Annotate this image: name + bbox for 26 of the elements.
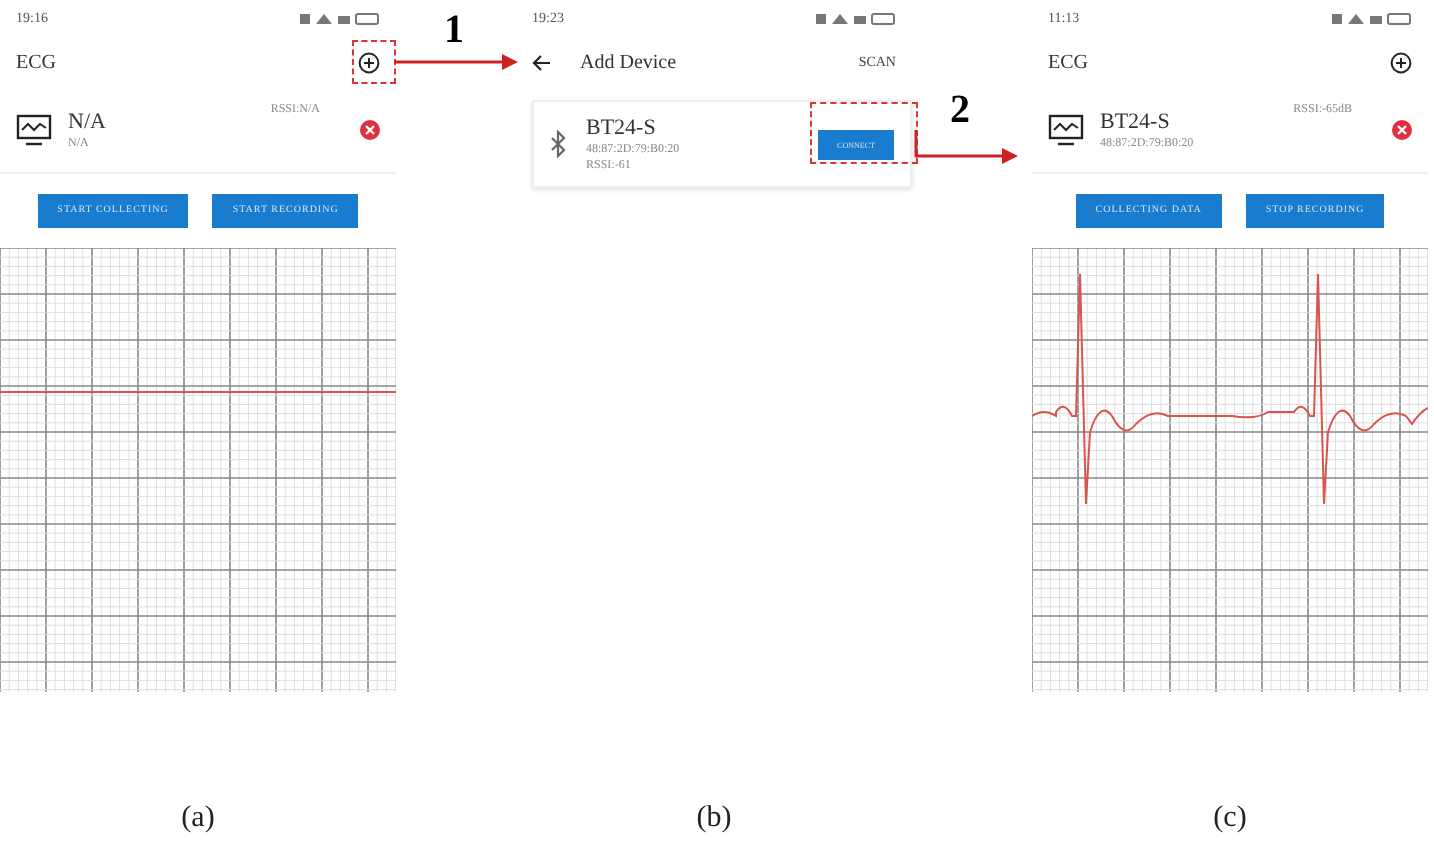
screen-title: Add Device: [580, 51, 679, 73]
app-title: ECG: [16, 51, 58, 73]
remove-icon[interactable]: [360, 120, 380, 140]
remove-icon[interactable]: [1392, 120, 1412, 140]
status-icons-drawing: [1332, 11, 1412, 25]
arrow: [394, 54, 518, 70]
monitor-icon: [16, 113, 52, 147]
device-name: BT24-S: [1100, 110, 1172, 134]
device-name: N/A: [68, 110, 108, 134]
highlight-frame: [810, 102, 918, 164]
device-name: BT24-S: [586, 116, 658, 140]
back-icon[interactable]: [532, 53, 552, 71]
step-number: 2: [950, 88, 970, 134]
status-icons-drawing: [816, 11, 896, 25]
add-icon[interactable]: [358, 51, 380, 73]
arrow: [914, 130, 1018, 164]
bluetooth-icon: [550, 130, 566, 158]
highlight-frame: [352, 40, 396, 84]
panel-caption: (b): [694, 802, 734, 836]
add-icon[interactable]: [1390, 51, 1412, 73]
panel-caption: (a): [179, 802, 217, 836]
step-number: 1: [444, 8, 464, 54]
monitor-icon: [1048, 113, 1084, 147]
app-title: ECG: [1048, 51, 1090, 73]
status-icons-drawing: [300, 11, 380, 25]
panel-caption: (c): [1211, 802, 1249, 836]
